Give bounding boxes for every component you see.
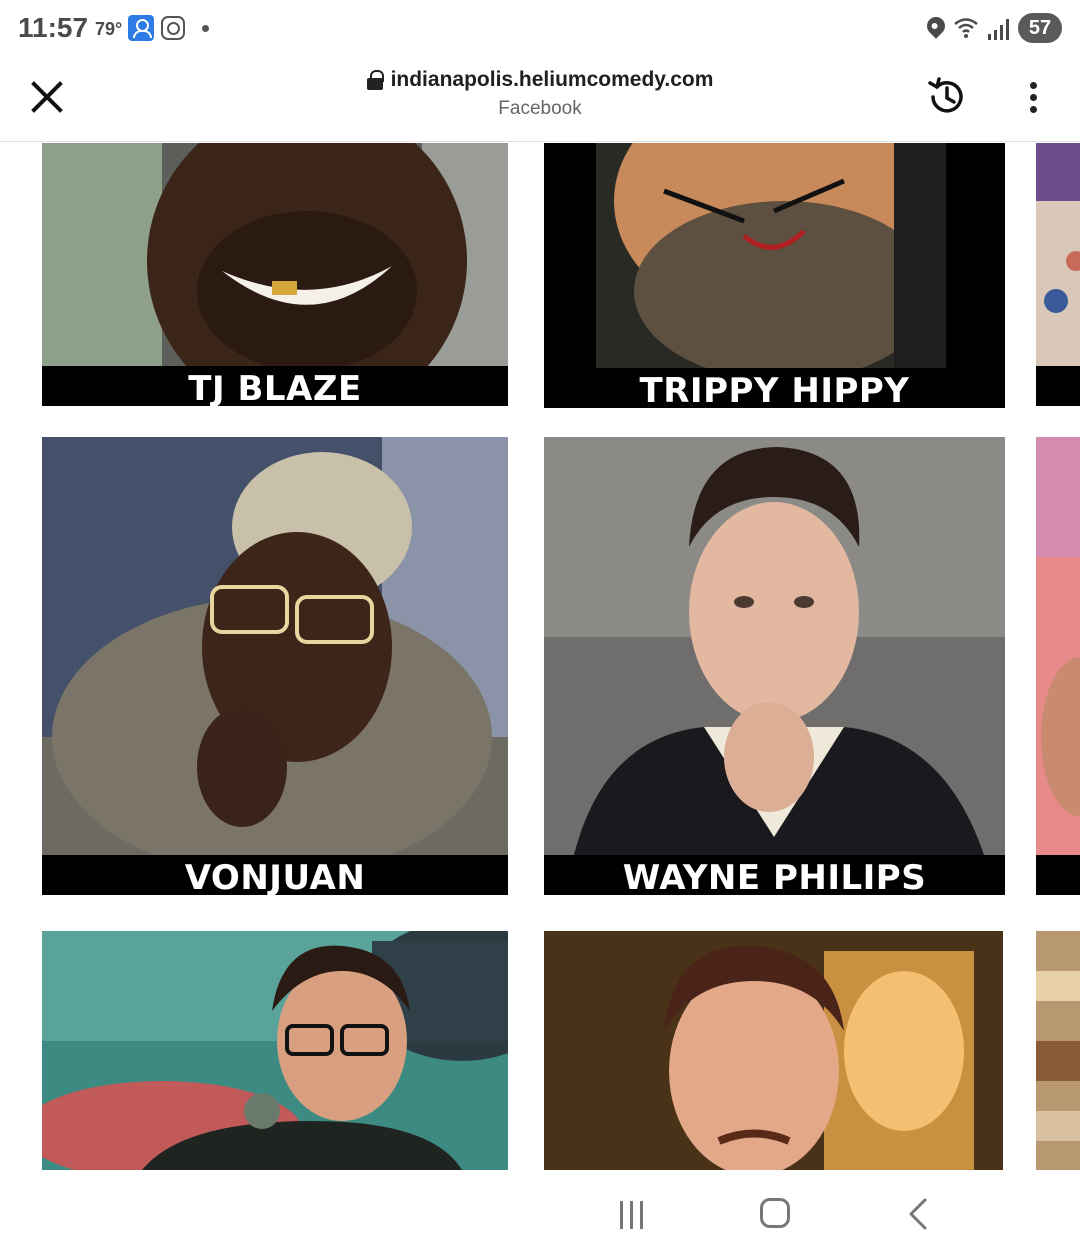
comedian-name: VONJUAN xyxy=(184,858,366,895)
comedian-name: TRIPPY HIPPY xyxy=(639,371,910,408)
status-temperature: 79° xyxy=(95,19,123,39)
comedian-name: TJ BLAZE xyxy=(188,369,362,406)
browser-toolbar: indianapolis.heliumcomedy.com Facebook xyxy=(0,58,1080,142)
comedian-card-partial[interactable] xyxy=(1036,437,1080,895)
address-bar[interactable]: indianapolis.heliumcomedy.com Facebook xyxy=(300,68,780,120)
battery-badge: 57 xyxy=(1018,13,1062,43)
comedian-card-partial[interactable] xyxy=(1036,143,1080,406)
instagram-icon xyxy=(161,16,185,40)
contacts-icon xyxy=(128,15,154,41)
comedian-photo xyxy=(1036,931,1080,1170)
signal-icon xyxy=(988,19,1009,40)
comedian-name-plate: WAYNE PHILIPS xyxy=(544,855,1005,895)
comedian-name-plate: VONJUAN xyxy=(42,855,508,895)
close-button[interactable] xyxy=(26,76,68,118)
comedian-card[interactable] xyxy=(544,931,1003,1170)
comedian-card[interactable]: VONJUAN xyxy=(42,437,508,895)
comedian-grid: TJ BLAZE TRIPPY HIPPY VONJUAN WAYNE PHIL… xyxy=(0,143,1080,1179)
comedian-card-partial[interactable] xyxy=(1036,931,1080,1170)
comedian-card[interactable] xyxy=(42,931,508,1170)
comedian-photo xyxy=(42,931,508,1170)
status-bar: 11:57 79° 57 xyxy=(0,0,1080,58)
comedian-card[interactable]: TJ BLAZE xyxy=(42,143,508,406)
comedian-photo xyxy=(544,931,1003,1170)
comedian-name: WAYNE PHILIPS xyxy=(622,858,927,895)
comedian-photo xyxy=(544,437,1005,895)
location-icon xyxy=(923,13,949,39)
comedian-card[interactable]: TRIPPY HIPPY xyxy=(544,143,1005,408)
url-source: Facebook xyxy=(498,98,582,119)
comedian-photo xyxy=(1036,143,1080,406)
url-text: indianapolis.heliumcomedy.com xyxy=(390,68,714,91)
comedian-name-plate: TRIPPY HIPPY xyxy=(544,368,1005,408)
notification-dot-icon xyxy=(202,25,209,32)
comedian-photo xyxy=(1036,437,1080,895)
system-navigation-bar xyxy=(0,1179,1080,1256)
lock-icon xyxy=(366,70,384,90)
comedian-name-plate: TJ BLAZE xyxy=(42,366,508,406)
wifi-icon xyxy=(954,18,978,38)
comedian-card[interactable]: WAYNE PHILIPS xyxy=(544,437,1005,895)
history-button[interactable] xyxy=(924,74,970,120)
more-options-button[interactable] xyxy=(1020,80,1046,116)
recent-apps-button[interactable] xyxy=(616,1201,648,1229)
home-button[interactable] xyxy=(760,1198,790,1228)
status-time: 11:57 xyxy=(18,12,89,43)
comedian-photo xyxy=(42,437,508,895)
back-button[interactable] xyxy=(905,1197,935,1231)
